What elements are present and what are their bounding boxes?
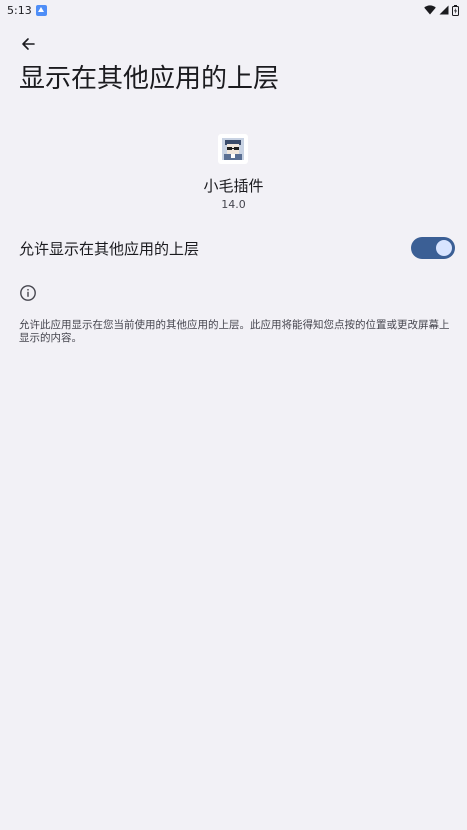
wifi-icon bbox=[424, 5, 436, 15]
app-avatar-icon bbox=[218, 134, 248, 164]
page-title: 显示在其他应用的上层 bbox=[19, 64, 280, 94]
permission-switch-row[interactable]: 允许显示在其他应用的上层 bbox=[0, 226, 467, 270]
signal-icon bbox=[439, 5, 449, 15]
status-bar: 5:13 bbox=[0, 0, 467, 20]
permission-description: 允许此应用显示在您当前使用的其他应用的上层。此应用将能得知您点按的位置或更改屏幕… bbox=[19, 319, 450, 344]
info-icon bbox=[20, 285, 36, 301]
back-button[interactable] bbox=[14, 31, 42, 57]
permission-switch-label: 允许显示在其他应用的上层 bbox=[19, 239, 200, 258]
arrow-left-icon bbox=[22, 38, 35, 50]
toggle-thumb bbox=[436, 240, 452, 256]
app-version: 14.0 bbox=[221, 198, 246, 211]
status-left: 5:13 bbox=[7, 4, 47, 17]
app-notification-icon bbox=[35, 4, 47, 16]
app-name: 小毛插件 bbox=[203, 177, 264, 195]
status-right bbox=[424, 4, 459, 16]
permission-toggle[interactable] bbox=[411, 237, 455, 259]
screen: 5:13 显示在其他应用的上层 小毛插件 14.0 允许显示在其他应用的上层 允… bbox=[0, 0, 467, 830]
status-time: 5:13 bbox=[7, 3, 32, 17]
battery-icon bbox=[452, 4, 459, 16]
